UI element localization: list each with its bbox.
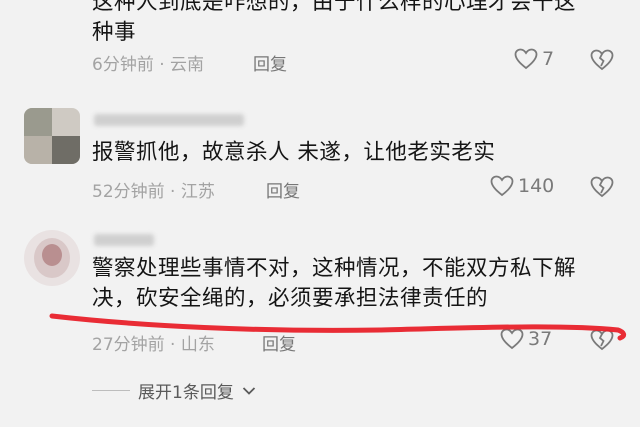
expand-replies-button[interactable]: 展开1条回复 bbox=[92, 378, 256, 403]
comment-2-line-1: 报警抓他，故意杀人 未遂，让他老实老实 bbox=[92, 140, 496, 165]
comment-2-location: 江苏 bbox=[180, 182, 215, 202]
username-redacted bbox=[94, 234, 154, 246]
meta-separator: · bbox=[170, 182, 181, 202]
comment-3-dislike-button[interactable] bbox=[590, 329, 614, 355]
comment-3-line-2: 决，砍安全绳的，必须要承担法律责任的 bbox=[92, 286, 489, 311]
comment-1-line-2: 种事 bbox=[92, 20, 137, 45]
divider-line bbox=[92, 390, 130, 391]
avatar[interactable] bbox=[24, 108, 80, 164]
comment-2-text: 报警抓他，故意杀人 未遂，让他老实老实 bbox=[92, 138, 632, 168]
meta-separator: · bbox=[170, 335, 181, 355]
broken-heart-icon bbox=[590, 329, 614, 351]
comment-3: 警察处理些事情不对，这种情况，不能双方私下解 决，砍安全绳的，必须要承担法律责任… bbox=[0, 224, 640, 364]
comment-3-like-count: 37 bbox=[528, 328, 553, 350]
comment-1: 这种人到底是咋想的，由于什么样的心理才会干这 种事 6分钟前 · 云南 回复 7 bbox=[0, 0, 640, 80]
comment-1-reply-button[interactable]: 回复 bbox=[253, 50, 287, 75]
heart-outline-icon bbox=[514, 48, 538, 70]
comment-3-text: 警察处理些事情不对，这种情况，不能双方私下解 决，砍安全绳的，必须要承担法律责任… bbox=[92, 254, 632, 314]
comment-3-reply-button[interactable]: 回复 bbox=[262, 330, 296, 355]
username-redacted bbox=[94, 114, 244, 126]
comment-2-dislike-button[interactable] bbox=[590, 176, 614, 202]
comment-2-like-button[interactable]: 140 bbox=[490, 175, 554, 197]
comment-2-meta: 52分钟前 · 江苏 bbox=[92, 177, 215, 202]
comment-1-text: 这种人到底是咋想的，由于什么样的心理才会干这 种事 bbox=[92, 0, 632, 48]
broken-heart-icon bbox=[590, 49, 614, 71]
comment-3-like-button[interactable]: 37 bbox=[500, 328, 552, 350]
heart-outline-icon bbox=[500, 328, 524, 350]
comment-3-time: 27分钟前 bbox=[92, 335, 165, 355]
comment-2-time: 52分钟前 bbox=[92, 182, 165, 202]
comment-2: 报警抓他，故意杀人 未遂，让他老实老实 52分钟前 · 江苏 回复 140 bbox=[0, 96, 640, 206]
comment-1-like-count: 7 bbox=[542, 48, 555, 70]
comment-1-line-1: 这种人到底是咋想的，由于什么样的心理才会干这 bbox=[92, 0, 577, 15]
comment-1-like-button[interactable]: 7 bbox=[514, 48, 554, 70]
comment-2-reply-button[interactable]: 回复 bbox=[266, 177, 300, 202]
comment-3-location: 山东 bbox=[180, 335, 215, 355]
avatar[interactable] bbox=[24, 230, 80, 286]
comment-3-meta: 27分钟前 · 山东 bbox=[92, 330, 215, 355]
meta-separator: · bbox=[159, 55, 171, 75]
comment-1-meta: 6分钟前 · 云南 bbox=[92, 50, 204, 75]
comment-1-dislike-button[interactable] bbox=[590, 49, 614, 75]
comment-3-line-1: 警察处理些事情不对，这种情况，不能双方私下解 bbox=[92, 256, 577, 281]
expand-replies-label: 展开1条回复 bbox=[138, 383, 234, 403]
comment-2-like-count: 140 bbox=[518, 175, 555, 197]
broken-heart-icon bbox=[590, 176, 614, 198]
comment-1-time: 6分钟前 bbox=[92, 55, 154, 75]
heart-outline-icon bbox=[490, 175, 514, 197]
comment-1-location: 云南 bbox=[170, 55, 205, 75]
chevron-down-icon bbox=[242, 386, 255, 395]
